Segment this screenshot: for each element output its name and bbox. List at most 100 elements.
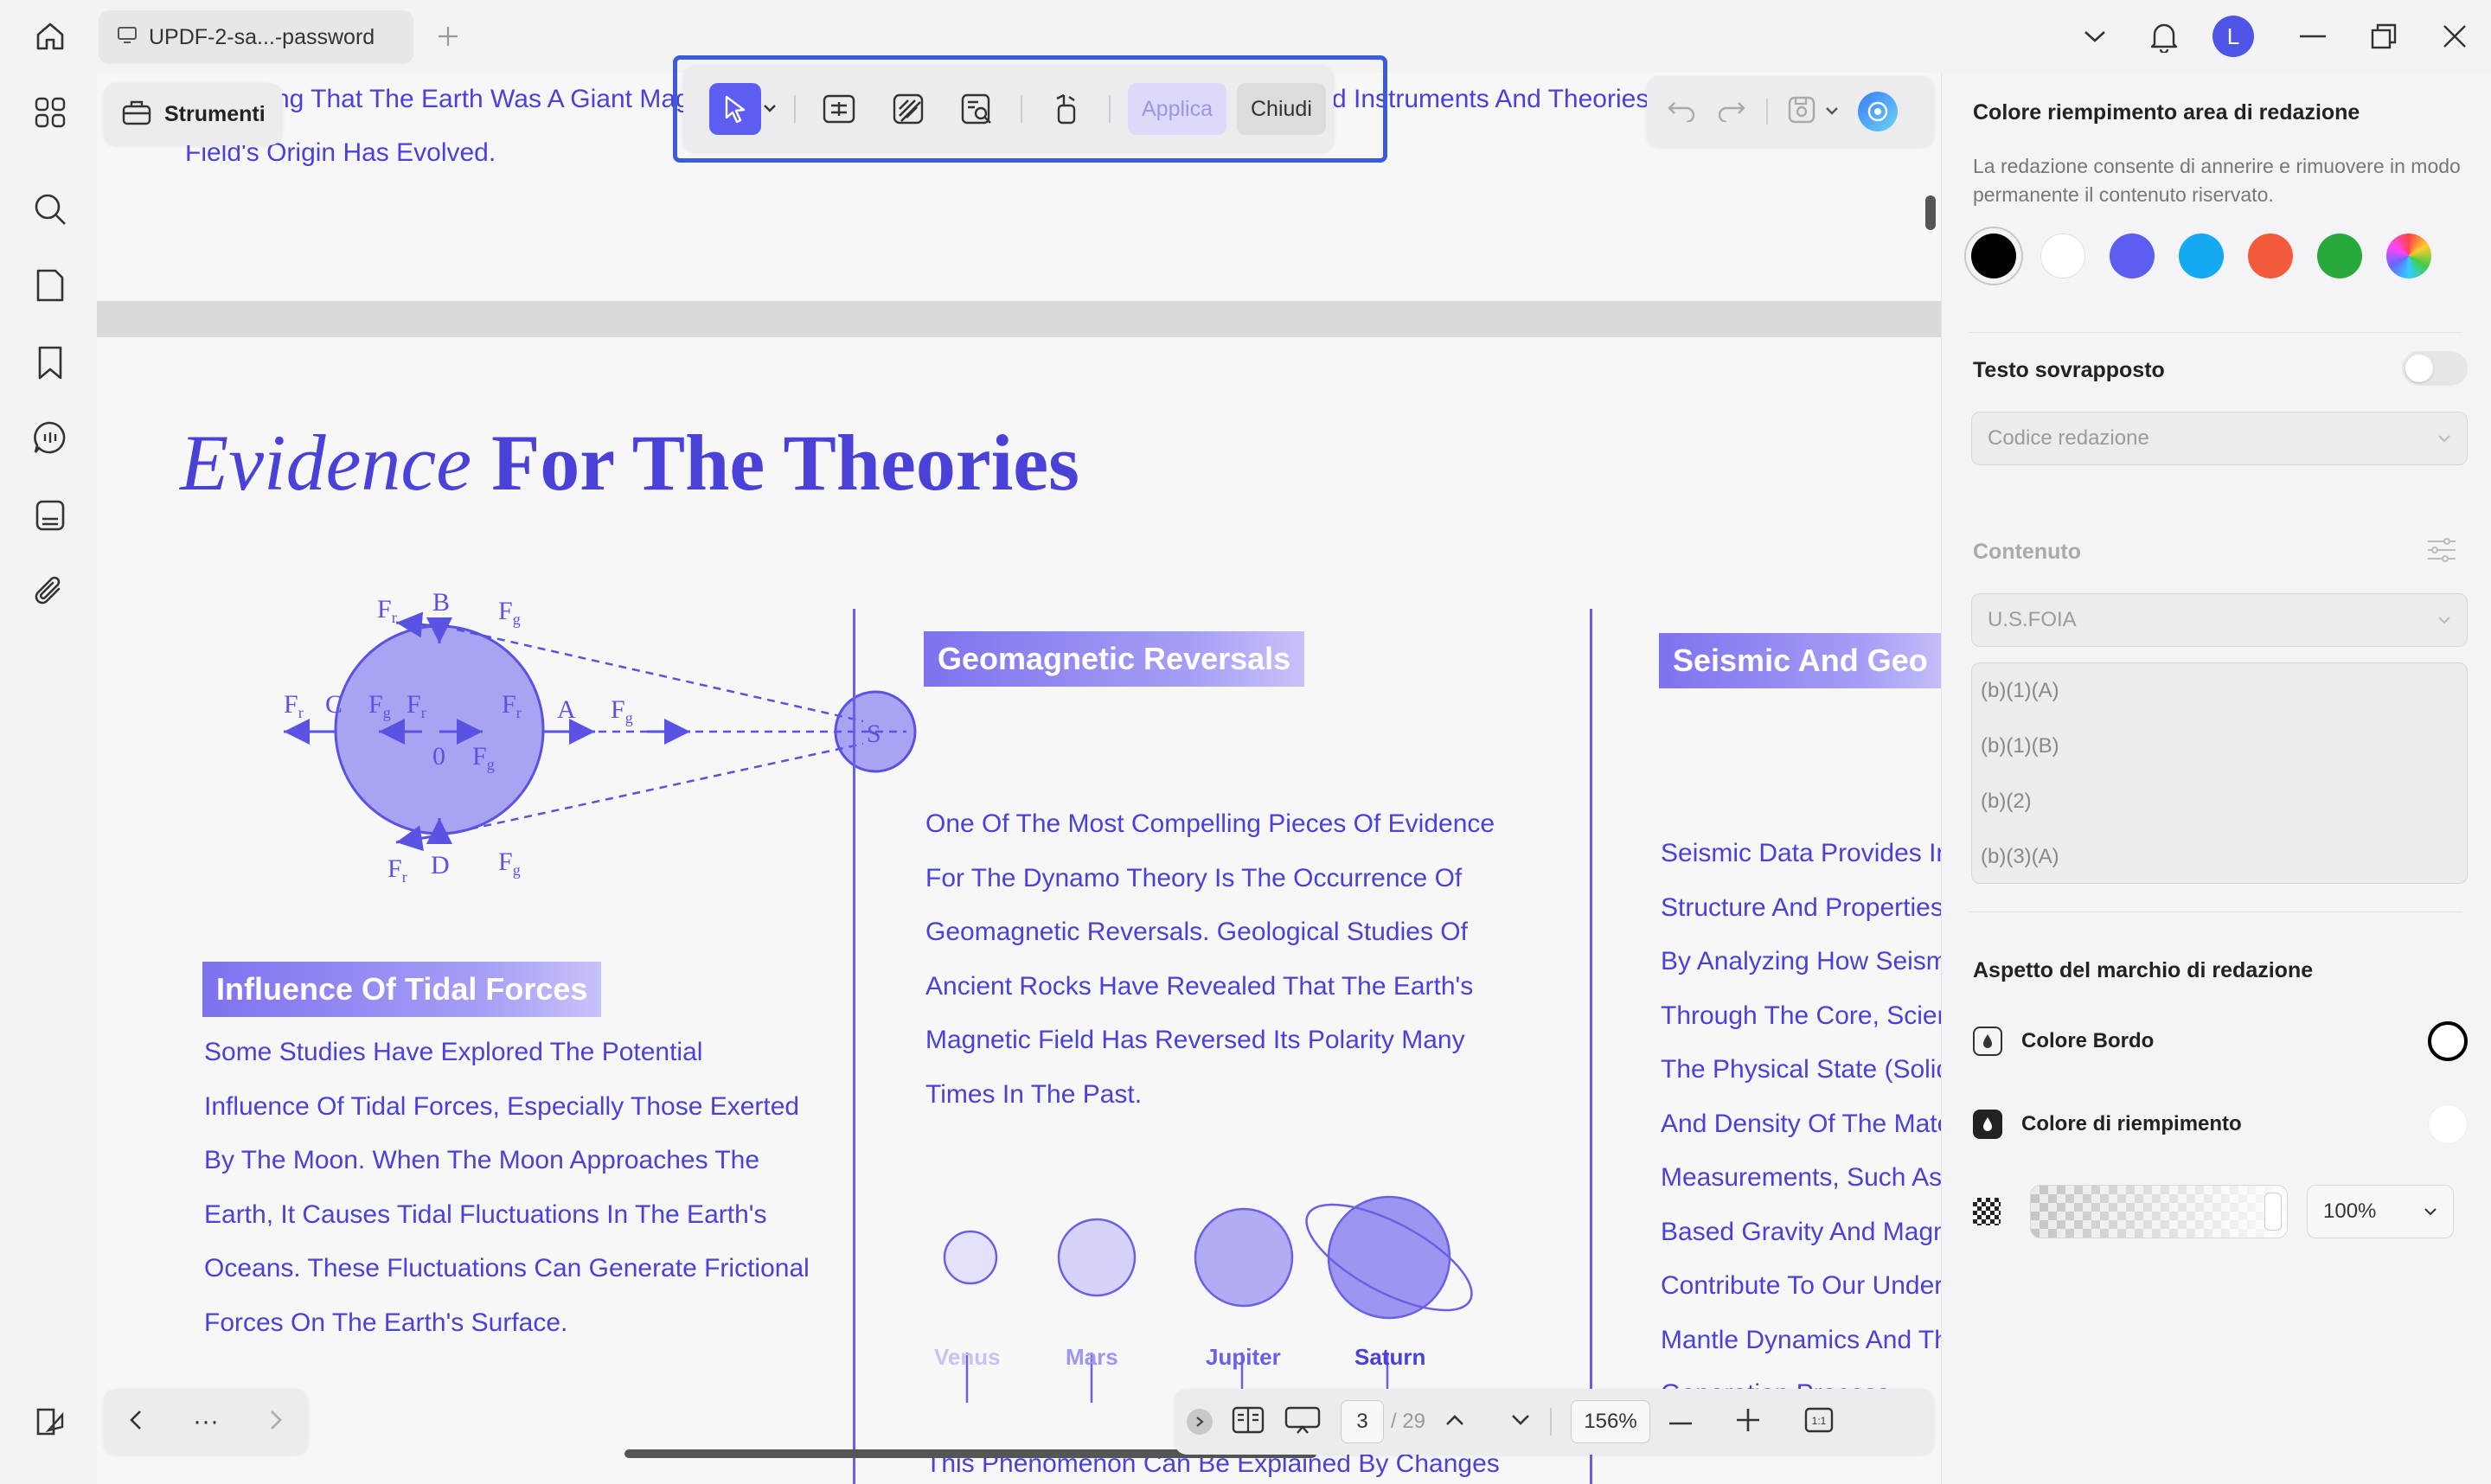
document-tab[interactable]: UPDF-2-sa...-password [99, 10, 413, 64]
save-icon[interactable] [1787, 95, 1816, 129]
panel-toggle-icon[interactable] [26, 1398, 74, 1446]
redaction-toolbar: Applica Chiudi [683, 66, 1334, 152]
zoom-input[interactable]: 156% [1571, 1400, 1651, 1443]
presentation-icon[interactable] [1284, 1405, 1322, 1439]
content-dropdown[interactable]: U.S.FOIA [1971, 593, 2468, 647]
apply-button[interactable]: Applica [1128, 83, 1226, 135]
heading-bold: For The Theories [491, 419, 1079, 507]
ai-assistant-icon[interactable] [1858, 92, 1898, 131]
more-icon[interactable]: ··· [193, 1409, 219, 1435]
actual-size-icon[interactable]: 1:1 [1804, 1407, 1834, 1437]
expand-icon[interactable] [1187, 1409, 1213, 1435]
page-nav-bar: 3 / 29 156% 1:1 [1175, 1389, 1934, 1455]
paragraph-line: Structure And Properties [1661, 892, 1941, 922]
redaction-code-dropdown[interactable]: Codice redazione [1971, 412, 2468, 465]
paragraph-line: Influence Of Tidal Forces, Especially Th… [204, 1091, 800, 1121]
prev-page-line1-left: ng That The Earth Was A Giant Magn [275, 85, 705, 113]
page-layout-icon[interactable] [1232, 1406, 1265, 1438]
seismic-paragraph: Seismic Data Provides In Structure And P… [1661, 827, 1941, 1422]
close-button[interactable]: Chiudi [1237, 83, 1326, 135]
content-list: (b)(1)(A) (b)(1)(B) (b)(2) (b)(3)(A) [1971, 662, 2468, 884]
avatar[interactable]: L [2212, 16, 2254, 57]
bell-icon[interactable] [2140, 16, 2188, 57]
search-icon[interactable] [26, 185, 74, 233]
redact-pages-icon[interactable] [1040, 83, 1092, 135]
jupiter-planet [1194, 1207, 1294, 1308]
document-viewer[interactable]: ng That The Earth Was A Giant Magn d Ins… [97, 73, 1941, 1484]
select-tool-button[interactable] [709, 83, 761, 135]
swatch-cyan[interactable] [2179, 233, 2224, 278]
svg-text:Fr: Fr [377, 595, 397, 626]
chevron-down-icon[interactable] [763, 101, 777, 117]
zoom-in-icon[interactable] [1737, 1408, 1760, 1436]
svg-text:Fg: Fg [498, 597, 521, 628]
planet-label-jupiter: Jupiter [1206, 1344, 1281, 1370]
close-window-button[interactable] [2430, 16, 2479, 57]
tools-button[interactable]: Strumenti [104, 83, 282, 145]
swatch-white[interactable] [2040, 233, 2085, 278]
paragraph-line: One Of The Most Compelling Pieces Of Evi… [925, 809, 1495, 838]
svg-text:Fg: Fg [611, 695, 633, 726]
find-redact-icon[interactable] [951, 83, 1003, 135]
label-a: A [557, 695, 576, 724]
page-down-icon[interactable] [1510, 1413, 1531, 1431]
bookmark-icon[interactable] [26, 339, 74, 387]
swatch-custom[interactable] [2386, 233, 2431, 278]
page-icon[interactable] [26, 261, 74, 310]
planets-illustration [943, 1195, 1473, 1403]
page-up-icon[interactable] [1444, 1413, 1465, 1431]
content-list-item[interactable]: (b)(3)(A) [1972, 829, 2467, 885]
swatch-blue[interactable] [2110, 233, 2155, 278]
toolbox-icon [121, 99, 152, 131]
opacity-slider[interactable] [2030, 1185, 2288, 1238]
opacity-dropdown[interactable]: 100% [2307, 1185, 2454, 1238]
paragraph-line: Oceans. These Fluctuations Can Generate … [204, 1254, 810, 1283]
chevron-right-icon[interactable] [269, 1409, 283, 1436]
content-list-item[interactable]: (b)(1)(B) [1972, 719, 2467, 774]
undo-icon[interactable] [1666, 98, 1697, 126]
vertical-scrollbar[interactable] [1925, 195, 1936, 230]
page-number-input[interactable]: 3 [1341, 1400, 1384, 1443]
new-tab-button[interactable] [429, 17, 467, 55]
fill-color-row[interactable]: Colore di riempimento [1973, 1098, 2468, 1150]
restore-button[interactable] [2360, 16, 2408, 57]
attachment-icon[interactable] [26, 567, 74, 616]
swatch-black[interactable] [1971, 233, 2016, 278]
paragraph-line: Ancient Rocks Have Revealed That The Ear… [925, 971, 1474, 1001]
swatch-green[interactable] [2317, 233, 2362, 278]
paragraph-line: Mantle Dynamics And Th [1661, 1325, 1941, 1354]
chevron-down-icon [2438, 617, 2450, 624]
label-s: S [867, 720, 881, 748]
chevron-down-icon[interactable] [1825, 104, 1839, 119]
redact-area-icon[interactable] [882, 83, 934, 135]
comment-icon[interactable] [26, 413, 74, 462]
redo-icon[interactable] [1716, 98, 1747, 126]
zoom-out-icon[interactable] [1669, 1414, 1693, 1430]
border-color-row[interactable]: Colore Bordo [1973, 1015, 2468, 1067]
border-color-swatch[interactable] [2428, 1021, 2468, 1061]
settings-sliders-icon[interactable] [2426, 534, 2457, 570]
color-swatches [1971, 233, 2431, 278]
content-list-item[interactable]: (b)(2) [1972, 774, 2467, 829]
paragraph-line: By The Moon. When The Moon Approaches Th… [204, 1146, 760, 1174]
minimize-button[interactable] [2289, 16, 2337, 57]
swatch-orange[interactable] [2248, 233, 2293, 278]
chevron-left-icon[interactable] [129, 1409, 143, 1436]
divider [1969, 332, 2462, 333]
label-d: D [431, 851, 450, 880]
chevron-down-icon [2438, 435, 2450, 443]
redact-text-icon[interactable] [813, 83, 865, 135]
overlay-text-title: Testo sovrapposto [1973, 358, 2165, 382]
overlay-text-toggle[interactable] [2402, 351, 2468, 386]
content-list-item[interactable]: (b)(1)(A) [1972, 663, 2467, 719]
storage-icon[interactable] [26, 491, 74, 540]
apps-grid-icon[interactable] [26, 88, 74, 137]
home-icon[interactable] [29, 16, 71, 57]
appearance-title: Aspetto del marchio di redazione [1973, 958, 2314, 982]
chevron-down-icon[interactable] [2071, 16, 2119, 57]
svg-text:Fg: Fg [498, 848, 521, 879]
fill-color-swatch[interactable] [2428, 1104, 2468, 1144]
saturn-planet [1327, 1195, 1451, 1320]
heading-italic: Evidence [180, 419, 472, 507]
opacity-slider-handle[interactable] [2264, 1193, 2282, 1231]
